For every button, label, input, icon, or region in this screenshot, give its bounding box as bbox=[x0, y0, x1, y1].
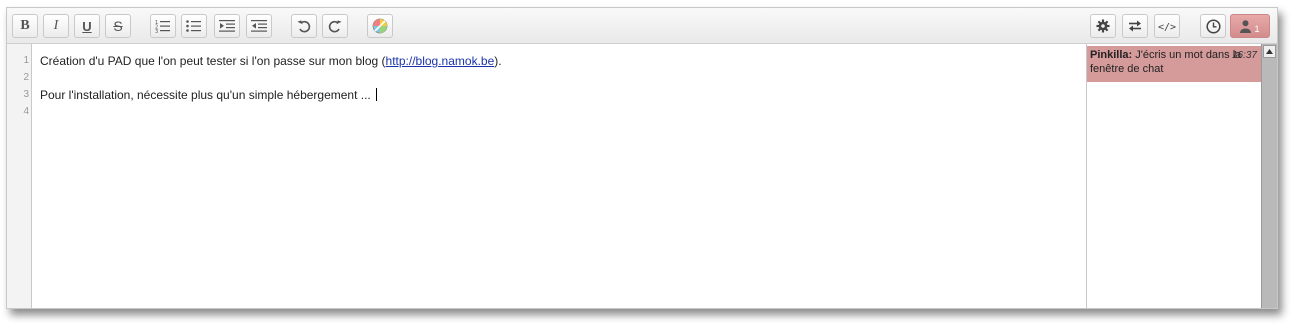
editor-line-3[interactable]: Pour l'installation, nécessite plus qu'u… bbox=[40, 88, 377, 102]
import-export-button[interactable] bbox=[1122, 14, 1148, 38]
undo-icon bbox=[297, 20, 311, 33]
swap-arrows-icon bbox=[1129, 20, 1141, 32]
chat-author: Pinkilla: bbox=[1090, 49, 1133, 61]
bullet-list-icon bbox=[186, 20, 201, 32]
blog-link[interactable]: http://blog.namok.be bbox=[386, 54, 495, 68]
user-icon bbox=[1240, 19, 1252, 33]
redo-button[interactable] bbox=[322, 14, 348, 38]
line-number: 2 bbox=[23, 72, 29, 83]
outdent-icon bbox=[251, 20, 267, 32]
arrow-up-icon bbox=[1266, 49, 1273, 54]
indent-icon bbox=[219, 20, 235, 32]
ordered-list-icon: 1 2 3 bbox=[155, 20, 170, 33]
editor-toolbar: B I U S 1 2 3 </> 1 bbox=[7, 8, 1277, 44]
undo-button[interactable] bbox=[291, 14, 317, 38]
chat-scrollbar[interactable] bbox=[1261, 44, 1277, 308]
line-number: 1 bbox=[23, 55, 29, 66]
svg-text:3: 3 bbox=[155, 29, 158, 33]
timeslider-button[interactable] bbox=[1200, 14, 1226, 38]
line-number: 4 bbox=[23, 106, 29, 117]
italic-button[interactable]: I bbox=[43, 14, 69, 38]
strikethrough-button[interactable]: S bbox=[105, 14, 131, 38]
underline-button[interactable]: U bbox=[74, 14, 100, 38]
editor-line-1[interactable]: Création d'u PAD que l'on peut tester si… bbox=[40, 54, 502, 68]
line-1-suffix: ). bbox=[494, 54, 502, 68]
color-button[interactable] bbox=[367, 14, 393, 38]
chat-message: Pinkilla: J'écris un mot dans la fenêtre… bbox=[1087, 46, 1261, 82]
scroll-up-button[interactable] bbox=[1263, 45, 1276, 58]
document-editor[interactable]: Création d'u PAD que l'on peut tester si… bbox=[32, 44, 1087, 308]
settings-button[interactable] bbox=[1090, 14, 1116, 38]
outdent-button[interactable] bbox=[246, 14, 272, 38]
chat-panel: Pinkilla: J'écris un mot dans la fenêtre… bbox=[1087, 44, 1261, 308]
redo-icon bbox=[328, 20, 342, 33]
text-cursor bbox=[375, 88, 377, 101]
color-palette-icon bbox=[372, 18, 388, 34]
clock-icon bbox=[1205, 18, 1221, 34]
line-number-gutter: 1 2 3 4 bbox=[7, 44, 32, 308]
user-count: 1 bbox=[1254, 24, 1260, 34]
line-3-text: Pour l'installation, nécessite plus qu'u… bbox=[40, 88, 371, 102]
users-button[interactable]: 1 bbox=[1230, 14, 1270, 38]
ordered-list-button[interactable]: 1 2 3 bbox=[150, 14, 176, 38]
pad-window: B I U S 1 2 3 </> 1 1 2 3 4 Création d'u… bbox=[6, 7, 1278, 309]
indent-button[interactable] bbox=[214, 14, 240, 38]
gear-icon bbox=[1096, 19, 1110, 33]
embed-button[interactable]: </> bbox=[1154, 14, 1180, 38]
unordered-list-button[interactable] bbox=[181, 14, 207, 38]
code-icon: </> bbox=[1158, 22, 1176, 32]
bold-button[interactable]: B bbox=[12, 14, 38, 38]
svg-text:</>: </> bbox=[1158, 22, 1176, 32]
chat-time: 16:37 bbox=[1231, 50, 1257, 61]
line-1-text: Création d'u PAD que l'on peut tester si… bbox=[40, 54, 386, 68]
line-number: 3 bbox=[23, 89, 29, 100]
